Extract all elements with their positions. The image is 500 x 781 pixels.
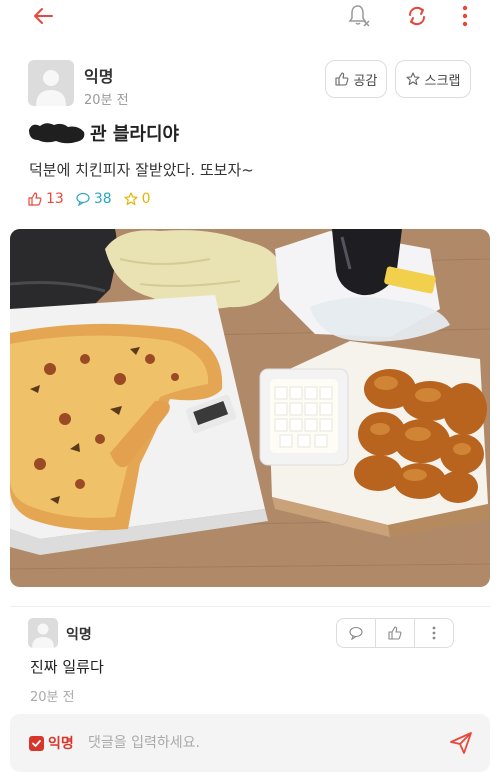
post-title-row: 관 블라디야 (26, 117, 179, 149)
more-vertical-icon[interactable] (456, 2, 474, 30)
scrap-count: 0 (124, 191, 151, 207)
star-icon (124, 192, 138, 206)
comment-input[interactable] (88, 730, 428, 756)
scrap-label: 스크랩 (424, 73, 461, 89)
like-button[interactable]: 공감 (325, 60, 387, 98)
speech-bubble-icon (349, 626, 363, 640)
comment-avatar (28, 618, 58, 648)
thumbs-up-icon (388, 626, 402, 640)
checkbox-checked-icon (29, 735, 44, 751)
comment-actions (336, 618, 454, 648)
more-vertical-icon (432, 626, 436, 640)
post-stats: 13 38 0 (28, 191, 163, 207)
redaction-blot (26, 120, 88, 146)
comment-more-button[interactable] (415, 619, 453, 647)
post-header: 익명 20분 전 공감 스크랩 (28, 60, 473, 108)
comment-like-button[interactable] (376, 619, 415, 647)
refresh-icon[interactable] (403, 2, 431, 30)
comment-item: 익명 진짜 일류다 20분 전 (28, 618, 476, 708)
back-arrow-icon[interactable] (28, 4, 58, 28)
anonymous-toggle[interactable]: 익명 (29, 733, 74, 753)
speech-bubble-icon (76, 192, 90, 206)
comment-text: 진짜 일류다 (30, 658, 104, 676)
top-bar (0, 0, 500, 34)
post-photo[interactable] (10, 229, 490, 587)
thumbs-up-icon (28, 192, 42, 206)
post-title: 관 블라디야 (90, 124, 180, 145)
post-author: 익명 (84, 67, 114, 86)
comment-time: 20분 전 (30, 690, 75, 705)
avatar (28, 60, 74, 106)
comment-input-bar: 익명 (10, 714, 490, 772)
scrap-button[interactable]: 스크랩 (395, 60, 471, 98)
bell-off-icon[interactable] (344, 2, 374, 30)
comment-count: 38 (76, 191, 112, 207)
thumbs-up-icon (334, 72, 348, 86)
reply-button[interactable] (337, 619, 376, 647)
send-icon[interactable] (448, 730, 474, 756)
star-icon (405, 72, 420, 86)
post-time: 20분 전 (84, 93, 129, 108)
anonymous-label: 익명 (48, 736, 74, 752)
post-body: 덕분에 치킨피자 잘받았다. 또보자~ (29, 161, 254, 179)
like-count: 13 (28, 191, 64, 207)
divider (10, 606, 490, 607)
comment-author: 익명 (66, 627, 92, 643)
like-label: 공감 (353, 73, 378, 89)
